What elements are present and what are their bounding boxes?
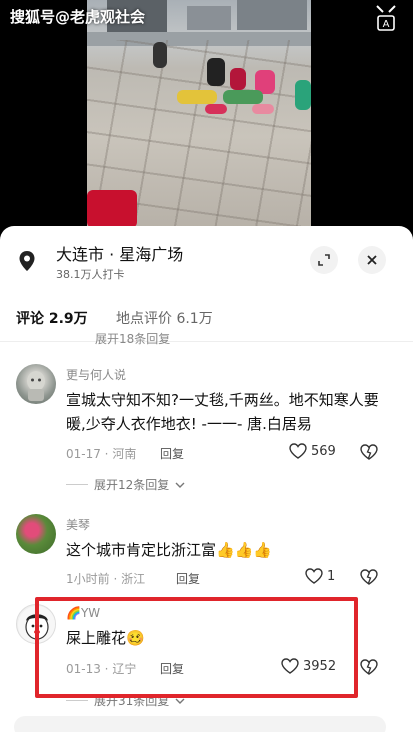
heart-icon	[289, 443, 307, 459]
comment-date-location: 1小时前 · 浙江	[66, 572, 146, 586]
reply-button[interactable]: 回复	[160, 445, 184, 462]
comment-author[interactable]: 美琴	[66, 516, 90, 533]
video-player[interactable]: 搜狐号@老虎观社会 A	[0, 0, 413, 228]
like-button[interactable]: 569	[289, 443, 336, 459]
video-frame	[87, 0, 311, 228]
dislike-icon[interactable]	[360, 443, 378, 461]
comment-item: 更与何人说 宣城太守知不知?一丈毯,千两丝。地不知寒人要暖,少夺人衣作地衣! -…	[0, 362, 413, 496]
expand-replies-link[interactable]: 展开12条回复	[66, 476, 185, 493]
like-button[interactable]: 1	[305, 568, 335, 584]
heart-icon	[305, 568, 323, 584]
chevron-down-icon	[175, 482, 185, 488]
reply-button[interactable]: 回复	[176, 570, 200, 587]
comment-author[interactable]: 更与何人说	[66, 366, 126, 383]
comment-input-bar[interactable]	[14, 716, 386, 732]
dislike-icon[interactable]	[360, 658, 378, 676]
dislike-icon[interactable]	[360, 568, 378, 586]
video-watermark: 搜狐号@老虎观社会	[10, 8, 146, 26]
checkin-count: 38.1万人打卡	[56, 268, 125, 281]
highlight-box	[35, 597, 358, 698]
close-icon[interactable]	[358, 246, 386, 274]
svg-text:A: A	[383, 19, 390, 30]
tab-location-reviews[interactable]: 地点评价 6.1万	[116, 308, 213, 328]
location-pin-icon	[18, 250, 36, 272]
translate-icon[interactable]: A	[373, 4, 399, 34]
location-title: 大连市 · 星海广场	[56, 245, 184, 264]
like-count: 569	[311, 443, 336, 459]
expand-replies-link[interactable]: 展开18条回复	[95, 330, 170, 347]
comment-tabs: 评论 2.9万 地点评价 6.1万	[0, 302, 413, 342]
comment-item: 美琴 这个城市肯定比浙江富👍👍👍 1小时前 · 浙江 回复 1	[0, 512, 413, 592]
expand-icon[interactable]	[310, 246, 338, 274]
comment-sheet: 大连市 · 星海广场 38.1万人打卡 评论 2.9万 地点评价 6.1万 展开…	[0, 226, 413, 732]
location-header[interactable]: 大连市 · 星海广场 38.1万人打卡	[0, 226, 413, 292]
like-count: 1	[327, 568, 336, 584]
comment-date-location: 01-17 · 河南	[66, 447, 137, 461]
comment-text: 宣城太守知不知?一丈毯,千两丝。地不知寒人要暖,少夺人衣作地衣! -一一- 唐.…	[66, 391, 379, 433]
avatar[interactable]	[16, 364, 56, 404]
expand-replies-label: 展开12条回复	[94, 478, 170, 492]
avatar[interactable]	[16, 514, 56, 554]
comment-text: 这个城市肯定比浙江富👍👍👍	[66, 541, 273, 559]
tab-comments[interactable]: 评论 2.9万	[16, 308, 88, 328]
